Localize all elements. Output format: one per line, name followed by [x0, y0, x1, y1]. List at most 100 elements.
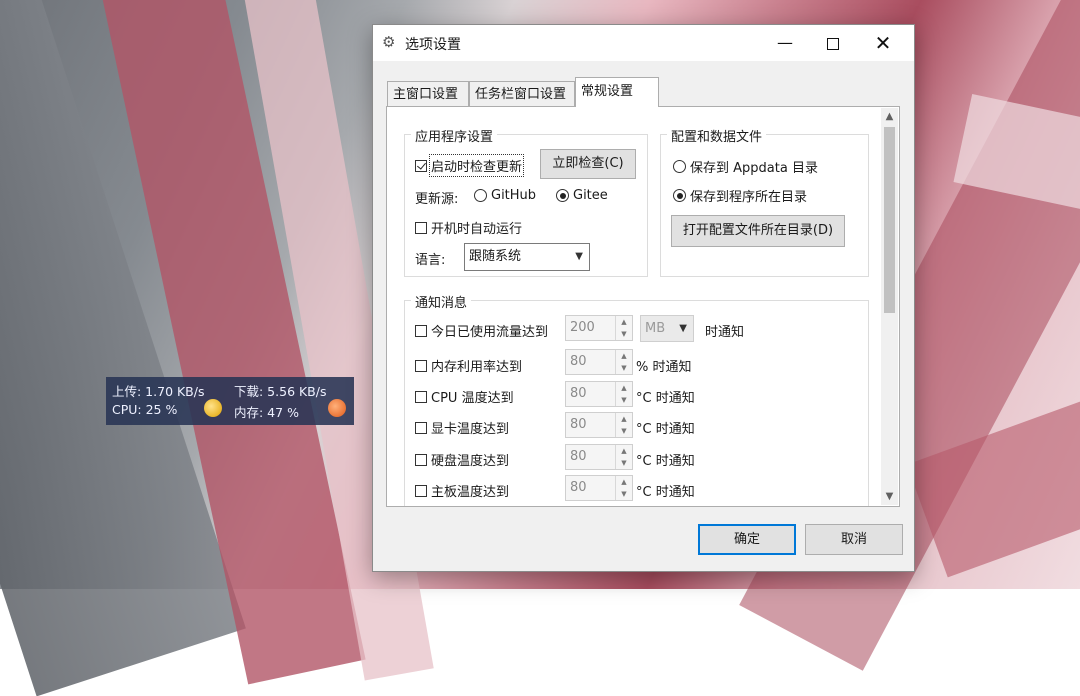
spinner-arrows-icon[interactable]: ▲ ▼: [615, 350, 632, 374]
chevron-down-icon: ▼: [679, 323, 687, 334]
group-title: 配置和数据文件: [667, 126, 767, 145]
scroll-up-icon[interactable]: ▲: [881, 108, 898, 125]
cpu-usage: CPU: 25 %: [112, 402, 178, 417]
source-gitee-radio[interactable]: Gitee: [556, 188, 608, 203]
checkbox-box: [415, 159, 427, 172]
checkbox-label: 内存利用率达到: [431, 360, 523, 375]
title-bar[interactable]: ⚙ 选项设置 — ✕: [373, 25, 914, 61]
language-value: 跟随系统: [469, 249, 522, 264]
ok-button[interactable]: 确定: [698, 524, 796, 555]
traffic-notify-checkbox[interactable]: 今日已使用流量达到: [415, 321, 548, 340]
radio-label: Gitee: [573, 188, 608, 203]
notify-suffix: °C 时通知: [636, 391, 695, 406]
radio-label: GitHub: [491, 188, 537, 203]
traffic-monitor-widget[interactable]: 上传: 1.70 KB/s 下载: 5.56 KB/s CPU: 25 % 内存…: [106, 377, 354, 425]
checkbox-label: 显卡温度达到: [431, 422, 510, 437]
maximize-button[interactable]: [810, 25, 856, 61]
checkbox-box: [415, 221, 427, 234]
scroll-down-icon[interactable]: ▼: [881, 488, 898, 505]
notify-suffix: 时通知: [705, 325, 745, 340]
scrollbar-thumb[interactable]: [884, 127, 895, 313]
notify-suffix: °C 时通知: [636, 485, 695, 500]
minimize-button[interactable]: —: [762, 25, 808, 61]
gpu-temp-spinner[interactable]: 80 ▲ ▼: [565, 412, 633, 438]
checkbox-label: 主板温度达到: [431, 485, 510, 500]
radio-label: 保存到程序所在目录: [690, 190, 808, 205]
source-github-radio[interactable]: GitHub: [474, 188, 536, 203]
pet-icon: [328, 399, 346, 417]
spinner-value: 80: [570, 354, 587, 369]
update-source-label: 更新源:: [415, 192, 459, 207]
checkbox-label: 今日已使用流量达到: [431, 325, 549, 340]
upload-speed: 上传: 1.70 KB/s: [112, 384, 205, 399]
notify-suffix: °C 时通知: [636, 454, 695, 469]
gear-icon: ⚙: [382, 33, 396, 51]
radio-label: 保存到 Appdata 目录: [690, 161, 818, 176]
spinner-arrows-icon[interactable]: ▲ ▼: [615, 476, 632, 500]
download-speed: 下载: 5.56 KB/s: [234, 384, 327, 399]
memory-notify-checkbox[interactable]: 内存利用率达到: [415, 356, 522, 375]
notify-suffix: °C 时通知: [636, 422, 695, 437]
tab-main-window[interactable]: 主窗口设置: [387, 81, 469, 106]
notifications-group: 通知消息 今日已使用流量达到 200 ▲ ▼ MB ▼ 时通知 内存利用率达到 8…: [404, 292, 869, 506]
checkbox-box: [415, 453, 427, 466]
spinner-value: 200: [570, 320, 595, 335]
tab-general[interactable]: 常规设置: [575, 77, 659, 107]
spinner-arrows-icon[interactable]: ▲ ▼: [615, 382, 632, 406]
cancel-button[interactable]: 取消: [805, 524, 903, 555]
app-settings-group: 应用程序设置 启动时检查更新 立即检查(C) 更新源: GitHub Gitee…: [404, 126, 648, 277]
spinner-arrows-icon[interactable]: ▲ ▼: [615, 445, 632, 469]
traffic-unit-select[interactable]: MB ▼: [640, 315, 694, 342]
autorun-checkbox[interactable]: 开机时自动运行: [415, 218, 522, 237]
checkbox-label: 启动时检查更新: [428, 154, 525, 177]
unit-value: MB: [645, 321, 666, 336]
board-temp-notify-checkbox[interactable]: 主板温度达到: [415, 481, 509, 500]
memory-value-spinner[interactable]: 80 ▲ ▼: [565, 349, 633, 375]
checkbox-box: [415, 324, 427, 337]
tab-panel-general: 应用程序设置 启动时检查更新 立即检查(C) 更新源: GitHub Gitee…: [386, 106, 900, 507]
language-select[interactable]: 跟随系统 ▼: [464, 243, 590, 271]
spinner-value: 80: [570, 449, 587, 464]
cpu-temp-spinner[interactable]: 80 ▲ ▼: [565, 381, 633, 407]
check-now-button[interactable]: 立即检查(C): [540, 149, 636, 179]
cpu-temp-notify-checkbox[interactable]: CPU 温度达到: [415, 387, 514, 406]
checkbox-label: CPU 温度达到: [431, 391, 514, 406]
language-label: 语言:: [415, 253, 446, 268]
checkbox-label: 开机时自动运行: [431, 222, 523, 237]
notify-suffix: % 时通知: [636, 360, 692, 375]
close-button[interactable]: ✕: [860, 25, 906, 61]
chevron-down-icon: ▼: [575, 251, 583, 262]
radio-circle: [673, 189, 686, 202]
memory-usage: 内存: 47 %: [234, 405, 299, 420]
group-title: 应用程序设置: [411, 126, 498, 145]
spinner-value: 80: [570, 386, 587, 401]
config-files-group: 配置和数据文件 保存到 Appdata 目录 保存到程序所在目录 打开配置文件所…: [660, 126, 869, 277]
spinner-value: 80: [570, 480, 587, 495]
spinner-arrows-icon[interactable]: ▲ ▼: [615, 413, 632, 437]
pet-icon: [204, 399, 222, 417]
maximize-icon: [827, 37, 839, 50]
disk-temp-notify-checkbox[interactable]: 硬盘温度达到: [415, 450, 509, 469]
options-dialog: ⚙ 选项设置 — ✕ 主窗口设置 任务栏窗口设置 常规设置 应用程序设置 启动时…: [372, 24, 915, 572]
checkbox-box: [415, 390, 427, 403]
gpu-temp-notify-checkbox[interactable]: 显卡温度达到: [415, 418, 509, 437]
save-appdata-radio[interactable]: 保存到 Appdata 目录: [673, 157, 818, 176]
board-temp-spinner[interactable]: 80 ▲ ▼: [565, 475, 633, 501]
traffic-value-spinner[interactable]: 200 ▲ ▼: [565, 315, 633, 341]
spinner-value: 80: [570, 417, 587, 432]
spinner-arrows-icon[interactable]: ▲ ▼: [615, 316, 632, 340]
checkbox-label: 硬盘温度达到: [431, 454, 510, 469]
window-title: 选项设置: [405, 37, 461, 53]
check-update-checkbox[interactable]: 启动时检查更新: [415, 154, 525, 177]
checkbox-box: [415, 484, 427, 497]
tab-taskbar-window[interactable]: 任务栏窗口设置: [469, 81, 575, 106]
checkbox-box: [415, 421, 427, 434]
radio-circle: [673, 160, 686, 173]
disk-temp-spinner[interactable]: 80 ▲ ▼: [565, 444, 633, 470]
checkbox-box: [415, 359, 427, 372]
radio-circle: [556, 189, 569, 202]
open-config-dir-button[interactable]: 打开配置文件所在目录(D): [671, 215, 845, 247]
radio-circle: [474, 189, 487, 202]
save-program-dir-radio[interactable]: 保存到程序所在目录: [673, 186, 807, 205]
vertical-scrollbar[interactable]: ▲ ▼: [881, 108, 898, 505]
